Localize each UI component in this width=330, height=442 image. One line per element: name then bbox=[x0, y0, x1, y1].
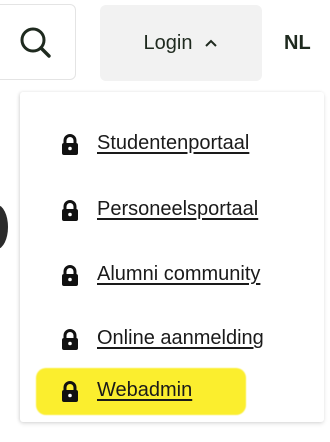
menu-item-online-aanmelding[interactable]: Online aanmelding bbox=[20, 320, 324, 360]
language-switch-nl[interactable]: NL bbox=[284, 5, 330, 81]
screen: Login NL Studentenportaal Personeelsport… bbox=[0, 0, 330, 442]
background-partial-glyph bbox=[0, 205, 8, 249]
login-dropdown-menu: Studentenportaal Personeelsportaal Alumn… bbox=[20, 92, 324, 422]
language-label: NL bbox=[284, 31, 311, 54]
chevron-up-icon bbox=[205, 39, 218, 47]
lock-icon bbox=[62, 381, 78, 402]
menu-item-label: Personeelsportaal bbox=[97, 198, 259, 220]
menu-item-studentenportaal[interactable]: Studentenportaal bbox=[20, 125, 324, 165]
header-bar: Login NL bbox=[0, 0, 330, 82]
lock-icon bbox=[62, 134, 78, 155]
login-button[interactable]: Login bbox=[100, 5, 262, 81]
search-button[interactable] bbox=[0, 4, 76, 80]
lock-icon bbox=[62, 265, 78, 286]
menu-item-label: Webadmin bbox=[97, 379, 193, 401]
menu-item-label: Alumni community bbox=[97, 263, 261, 285]
menu-item-personeelsportaal[interactable]: Personeelsportaal bbox=[20, 191, 324, 231]
menu-item-webadmin[interactable]: Webadmin bbox=[20, 372, 324, 412]
login-label: Login bbox=[143, 31, 193, 54]
menu-item-label: Studentenportaal bbox=[97, 132, 250, 154]
menu-item-alumni-community[interactable]: Alumni community bbox=[20, 256, 324, 296]
menu-item-label: Online aanmelding bbox=[97, 327, 264, 349]
search-icon bbox=[20, 27, 51, 58]
lock-icon bbox=[62, 200, 78, 221]
lock-icon bbox=[62, 329, 78, 350]
